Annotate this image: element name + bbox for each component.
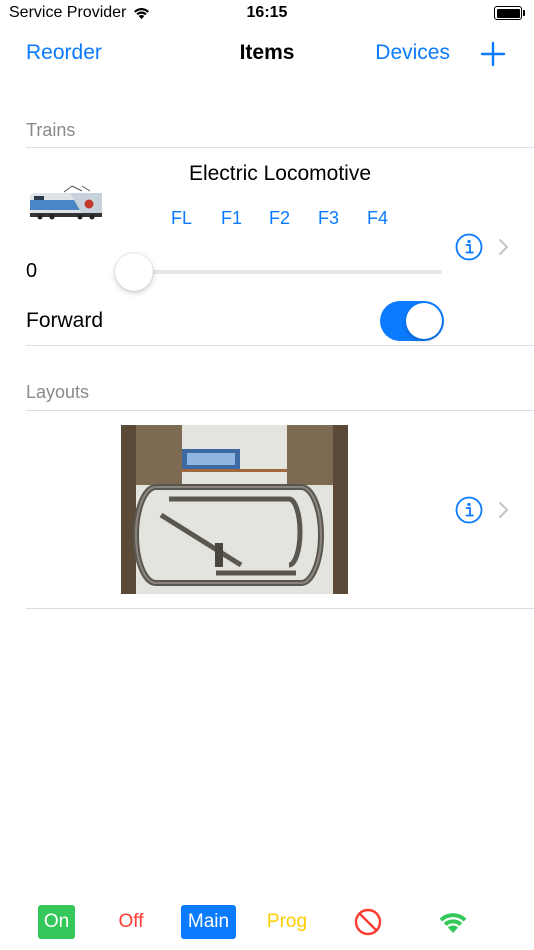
function-f1-button[interactable]: F1: [221, 208, 242, 229]
main-track-button[interactable]: Main: [181, 905, 236, 939]
toggle-knob: [406, 303, 442, 339]
direction-label: Forward: [26, 309, 104, 332]
prohibited-icon[interactable]: [352, 905, 384, 939]
function-f2-button[interactable]: F2: [269, 208, 290, 229]
direction-toggle[interactable]: [380, 301, 444, 341]
power-off-button[interactable]: Off: [110, 905, 152, 939]
train-chevron-icon: [499, 239, 508, 255]
function-f4-button[interactable]: F4: [367, 208, 388, 229]
plus-icon[interactable]: [480, 41, 506, 67]
function-fl-button[interactable]: FL: [171, 208, 192, 229]
layout-chevron-icon: [499, 502, 508, 518]
prog-track-button[interactable]: Prog: [260, 905, 314, 939]
function-f3-button[interactable]: F3: [318, 208, 339, 229]
layouts-bottom-divider: [26, 608, 534, 609]
wifi-icon[interactable]: [434, 905, 472, 939]
speed-slider-thumb[interactable]: [115, 253, 153, 291]
status-time: 16:15: [246, 4, 288, 21]
locomotive-image: [30, 185, 102, 220]
trains-section-header: Trains: [26, 120, 76, 140]
power-on-button[interactable]: On: [38, 905, 75, 939]
page-title: Items: [239, 41, 295, 64]
devices-button[interactable]: Devices: [375, 41, 450, 65]
speed-slider-track[interactable]: [120, 270, 442, 274]
layouts-section-header: Layouts: [26, 382, 90, 402]
speed-value: 0: [26, 260, 38, 282]
battery-icon: [494, 6, 525, 20]
trains-bottom-divider: [26, 345, 534, 346]
layout-image: [121, 425, 348, 594]
layout-info-icon[interactable]: [455, 496, 483, 524]
train-info-icon[interactable]: [455, 233, 483, 261]
locomotive-name: Electric Locomotive: [188, 162, 372, 185]
